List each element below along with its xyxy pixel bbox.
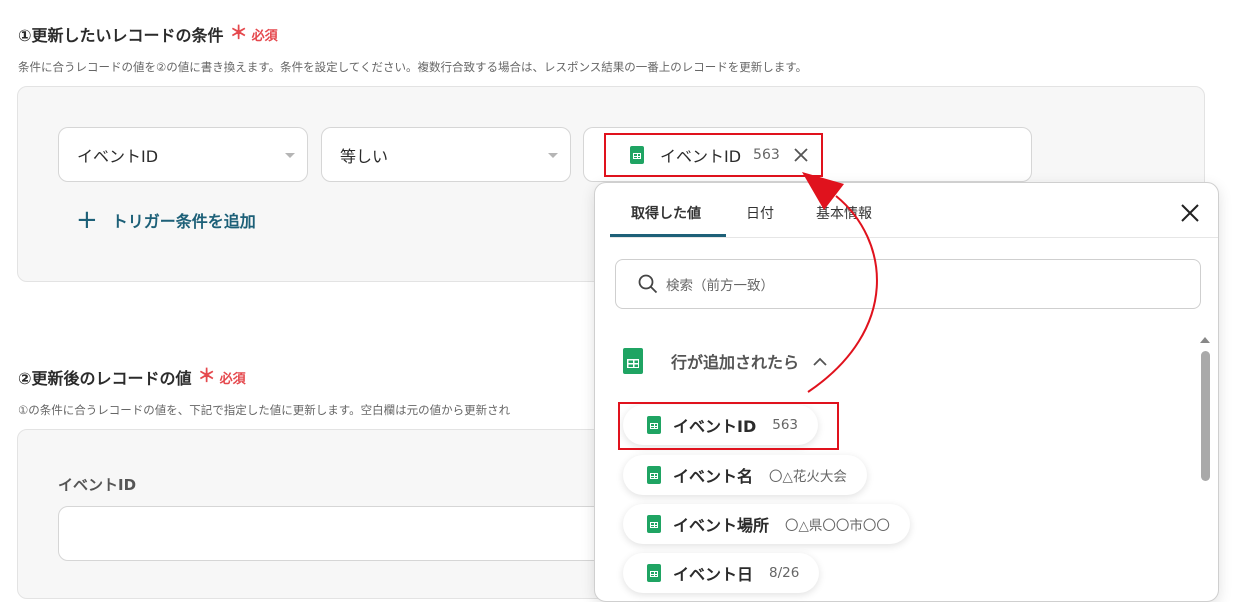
- highlight-list-item: [618, 402, 839, 450]
- search-placeholder: 検索（前方一致）: [666, 278, 774, 294]
- list-item[interactable]: イベント場所 〇△県〇〇市〇〇: [623, 504, 910, 544]
- tab-basic-info[interactable]: 基本情報: [816, 203, 872, 223]
- item-label: イベント日: [673, 565, 754, 584]
- close-icon[interactable]: [1181, 204, 1199, 222]
- tab-date[interactable]: 日付: [746, 203, 774, 223]
- spreadsheet-icon: [647, 564, 661, 582]
- spreadsheet-icon: [623, 348, 643, 374]
- item-label: イベント名: [673, 467, 754, 486]
- search-input[interactable]: 検索（前方一致）: [615, 259, 1201, 309]
- required-star-icon: ＊: [197, 366, 216, 387]
- caret-down-icon: [285, 152, 295, 158]
- section1-hint: 条件に合うレコードの値を②の値に書き換えます。条件を設定してください。複数行合致…: [18, 60, 808, 74]
- highlight-value-chip: [604, 133, 823, 177]
- item-label: イベント場所: [673, 516, 770, 535]
- section1-title-row: ①更新したいレコードの条件 ＊ 必須: [18, 22, 278, 46]
- scroll-up-arrow-icon[interactable]: [1200, 337, 1210, 343]
- required-badge: ＊ 必須: [230, 25, 278, 44]
- section2-title: ②更新後のレコードの値: [18, 369, 192, 388]
- list-item[interactable]: イベント名 〇△花火大会: [623, 455, 867, 495]
- required-star-icon: ＊: [229, 23, 248, 44]
- operator-select-value: 等しい: [340, 146, 389, 166]
- item-value: 8/26: [769, 565, 800, 581]
- field-value-input[interactable]: [58, 506, 618, 561]
- spreadsheet-icon: [647, 515, 661, 533]
- plus-icon: +: [76, 205, 98, 235]
- search-icon: [638, 274, 658, 294]
- tab-divider: [610, 237, 1218, 238]
- spreadsheet-icon: [647, 466, 661, 484]
- tab-acquired-values[interactable]: 取得した値: [631, 203, 701, 223]
- list-item[interactable]: イベント日 8/26: [623, 553, 820, 593]
- add-condition-label: トリガー条件を追加: [111, 212, 256, 231]
- scrollbar-thumb[interactable]: [1201, 351, 1210, 481]
- field-label: イベントID: [58, 476, 137, 494]
- chevron-up-icon: [813, 357, 827, 366]
- scrollbar[interactable]: [1199, 335, 1211, 601]
- item-value: 〇△県〇〇市〇〇: [785, 518, 890, 534]
- section2-title-row: ②更新後のレコードの値 ＊ 必須: [18, 365, 246, 389]
- operator-select[interactable]: 等しい: [321, 127, 571, 182]
- group-header[interactable]: 行が追加されたら: [623, 348, 827, 374]
- item-value: 〇△花火大会: [769, 469, 847, 485]
- required-label: 必須: [219, 371, 246, 387]
- field-select-value: イベントID: [77, 146, 159, 166]
- field-select[interactable]: イベントID: [58, 127, 308, 182]
- section1-title: ①更新したいレコードの条件: [18, 26, 224, 45]
- required-badge: ＊ 必須: [198, 368, 246, 387]
- group-label: 行が追加されたら: [671, 353, 800, 372]
- caret-down-icon: [548, 152, 558, 158]
- section2-hint: ①の条件に合うレコードの値を、下記で指定した値に更新します。空白欄は元の値から更…: [18, 403, 511, 417]
- required-label: 必須: [251, 28, 278, 44]
- add-condition-button[interactable]: + トリガー条件を追加: [76, 207, 256, 233]
